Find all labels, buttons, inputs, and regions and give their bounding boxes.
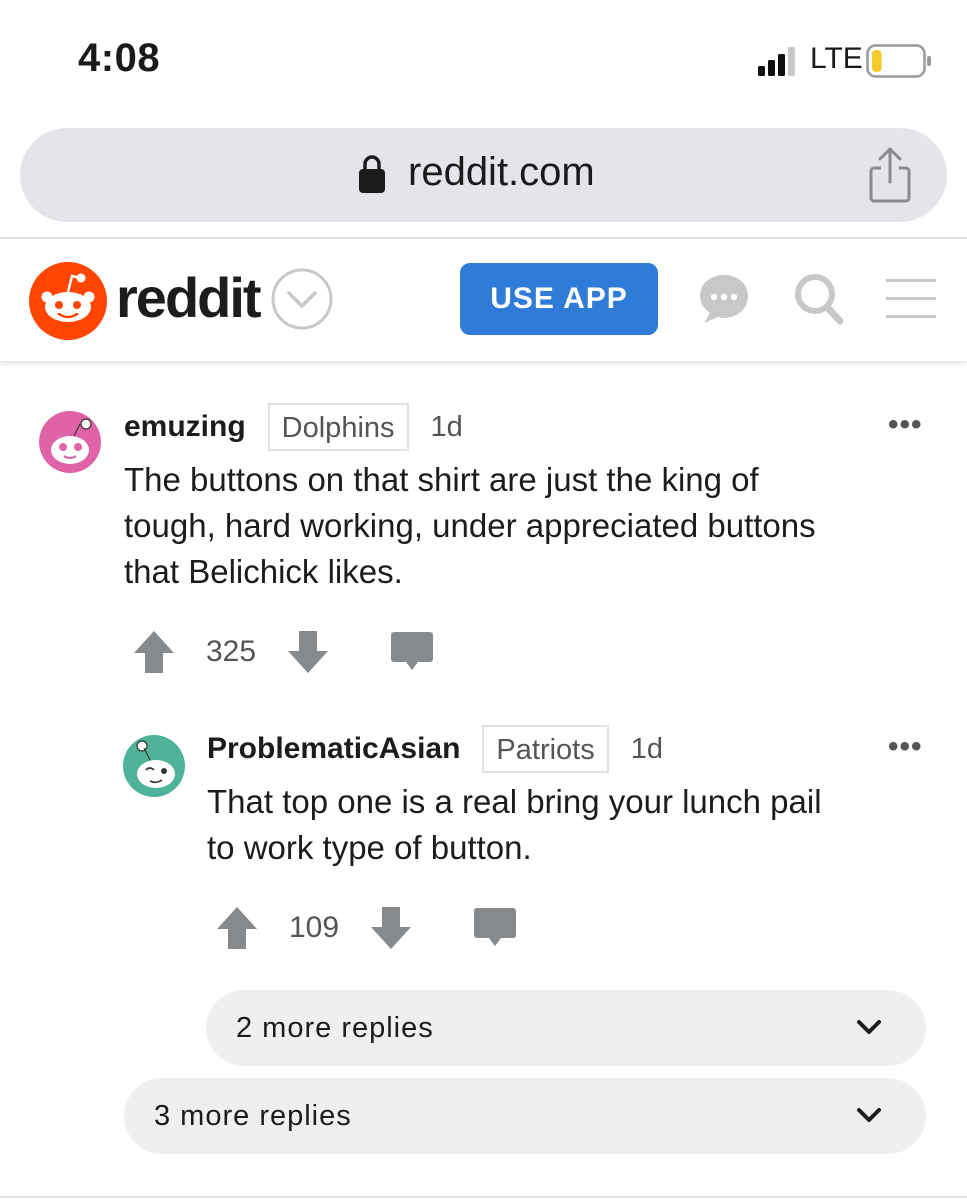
bottom-divider: [0, 1196, 967, 1198]
more-replies-button[interactable]: 2 more replies: [206, 990, 926, 1066]
comment-body: The buttons on that shirt are just the k…: [124, 461, 816, 590]
comment-meta: ProblematicAsian Patriots 1d: [207, 725, 663, 773]
comment-meta: emuzing Dolphins 1d: [124, 403, 463, 451]
user-flair: Patriots: [482, 725, 609, 773]
upvote-icon[interactable]: [215, 905, 259, 951]
share-icon[interactable]: [868, 146, 912, 204]
avatar[interactable]: [38, 410, 102, 474]
vote-row: 109: [215, 904, 517, 952]
downvote-icon[interactable]: [286, 629, 330, 675]
status-bar: 4:08 LTE: [0, 0, 967, 120]
vote-row: 325: [132, 628, 434, 676]
use-app-button[interactable]: USE APP: [460, 263, 658, 335]
signal-strength-icon: [758, 47, 795, 76]
chevron-down-icon: [857, 1108, 881, 1122]
snoo-logo[interactable]: [28, 261, 108, 341]
reply-icon[interactable]: [473, 906, 517, 950]
menu-icon[interactable]: [886, 277, 936, 321]
chevron-down-icon[interactable]: [270, 267, 334, 331]
address-bar[interactable]: reddit.com: [20, 128, 947, 222]
username[interactable]: ProblematicAsian: [207, 732, 460, 766]
comment-body: That top one is a real bring your lunch …: [207, 783, 822, 866]
reply-icon[interactable]: [390, 630, 434, 674]
comment-age: 1d: [630, 732, 664, 765]
network-type: LTE: [810, 42, 863, 75]
battery-icon: [866, 44, 931, 78]
user-flair: Dolphins: [267, 403, 409, 451]
more-replies-label: 3 more replies: [154, 1099, 352, 1132]
chevron-down-icon: [857, 1020, 881, 1034]
status-time: 4:08: [78, 36, 161, 80]
vote-count: 325: [206, 635, 257, 668]
search-icon[interactable]: [794, 273, 844, 325]
lock-icon: [359, 155, 385, 193]
reddit-wordmark[interactable]: reddit: [116, 265, 262, 330]
avatar[interactable]: [122, 734, 186, 798]
comment-age: 1d: [430, 410, 463, 443]
username[interactable]: emuzing: [124, 410, 246, 444]
vote-count: 109: [289, 911, 340, 944]
chat-icon[interactable]: [698, 273, 750, 325]
reddit-header: reddit USE APP: [0, 239, 967, 361]
more-options-button[interactable]: •••: [888, 408, 923, 442]
more-options-button[interactable]: •••: [888, 730, 923, 764]
url-text: reddit.com: [408, 150, 595, 194]
more-replies-label: 2 more replies: [236, 1011, 434, 1044]
upvote-icon[interactable]: [132, 629, 176, 675]
downvote-icon[interactable]: [369, 905, 413, 951]
more-replies-button[interactable]: 3 more replies: [124, 1078, 926, 1154]
